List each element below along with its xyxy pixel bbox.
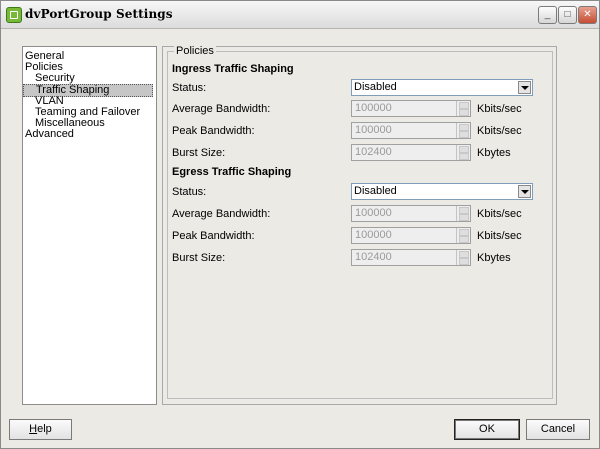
ingress-avg-bandwidth-value: 100000 <box>355 102 392 114</box>
maximize-button[interactable]: □ <box>558 6 577 24</box>
egress-avg-bandwidth-spinner[interactable]: 100000 <box>351 205 471 222</box>
spinner-arrows-icon[interactable] <box>456 123 470 138</box>
ingress-peak-bandwidth-label: Peak Bandwidth: <box>172 125 255 137</box>
settings-panel: Policies Ingress Traffic Shaping Status:… <box>162 45 557 405</box>
spinner-arrows-icon[interactable] <box>456 206 470 221</box>
nav-item-advanced[interactable]: Advanced <box>23 129 74 140</box>
ingress-section-title: Ingress Traffic Shaping <box>172 63 294 75</box>
ingress-peak-bandwidth-value: 100000 <box>355 124 392 136</box>
ingress-status-select[interactable]: Disabled <box>351 79 533 96</box>
ingress-peak-bandwidth-spinner[interactable]: 100000 <box>351 122 471 139</box>
egress-peak-bandwidth-value: 100000 <box>355 229 392 241</box>
egress-peak-bandwidth-label: Peak Bandwidth: <box>172 230 255 242</box>
chevron-down-icon[interactable] <box>518 185 531 198</box>
egress-section-title: Egress Traffic Shaping <box>172 166 292 178</box>
cancel-button[interactable]: Cancel <box>526 419 590 440</box>
egress-burst-size-value: 102400 <box>355 251 392 263</box>
egress-status-value: Disabled <box>354 185 397 197</box>
egress-avg-bandwidth-label: Average Bandwidth: <box>172 208 271 220</box>
policies-group: Policies Ingress Traffic Shaping Status:… <box>167 45 553 399</box>
egress-burst-size-spinner[interactable]: 102400 <box>351 249 471 266</box>
egress-burst-size-label: Burst Size: <box>172 252 226 264</box>
ingress-status-label: Status: <box>172 82 207 94</box>
help-button[interactable]: Help <box>9 419 72 440</box>
chevron-down-icon[interactable] <box>518 81 531 94</box>
spinner-arrows-icon[interactable] <box>456 101 470 116</box>
help-mnemonic: H <box>29 423 38 435</box>
ingress-burst-size-unit: Kbytes <box>477 147 511 159</box>
egress-peak-bandwidth-unit: Kbits/sec <box>477 230 522 242</box>
egress-status-select[interactable]: Disabled <box>351 183 533 200</box>
egress-peak-bandwidth-spinner[interactable]: 100000 <box>351 227 471 244</box>
ingress-burst-size-value: 102400 <box>355 146 392 158</box>
minimize-button[interactable]: _ <box>538 6 557 24</box>
spinner-arrows-icon[interactable] <box>456 250 470 265</box>
ingress-avg-bandwidth-spinner[interactable]: 100000 <box>351 100 471 117</box>
ingress-peak-bandwidth-unit: Kbits/sec <box>477 125 522 137</box>
egress-avg-bandwidth-unit: Kbits/sec <box>477 208 522 220</box>
dialog-window: dvPortGroup Settings _ □ ✕ General Polic… <box>0 0 600 449</box>
policies-legend: Policies <box>174 45 216 57</box>
title-bar[interactable]: dvPortGroup Settings _ □ ✕ <box>1 1 599 29</box>
settings-nav-tree: General Policies Security Traffic Shapin… <box>22 46 157 405</box>
ok-button[interactable]: OK <box>454 419 520 440</box>
spinner-arrows-icon[interactable] <box>456 228 470 243</box>
ingress-burst-size-spinner[interactable]: 102400 <box>351 144 471 161</box>
app-icon <box>6 7 22 23</box>
egress-status-label: Status: <box>172 186 207 198</box>
ingress-avg-bandwidth-label: Average Bandwidth: <box>172 103 271 115</box>
ingress-status-value: Disabled <box>354 81 397 93</box>
ingress-burst-size-label: Burst Size: <box>172 147 226 159</box>
close-button[interactable]: ✕ <box>578 6 597 24</box>
spinner-arrows-icon[interactable] <box>456 145 470 160</box>
ingress-avg-bandwidth-unit: Kbits/sec <box>477 103 522 115</box>
egress-burst-size-unit: Kbytes <box>477 252 511 264</box>
help-label: elp <box>37 423 52 435</box>
nav-item-security[interactable]: Security <box>23 73 75 84</box>
egress-avg-bandwidth-value: 100000 <box>355 207 392 219</box>
window-title: dvPortGroup Settings <box>25 7 173 21</box>
